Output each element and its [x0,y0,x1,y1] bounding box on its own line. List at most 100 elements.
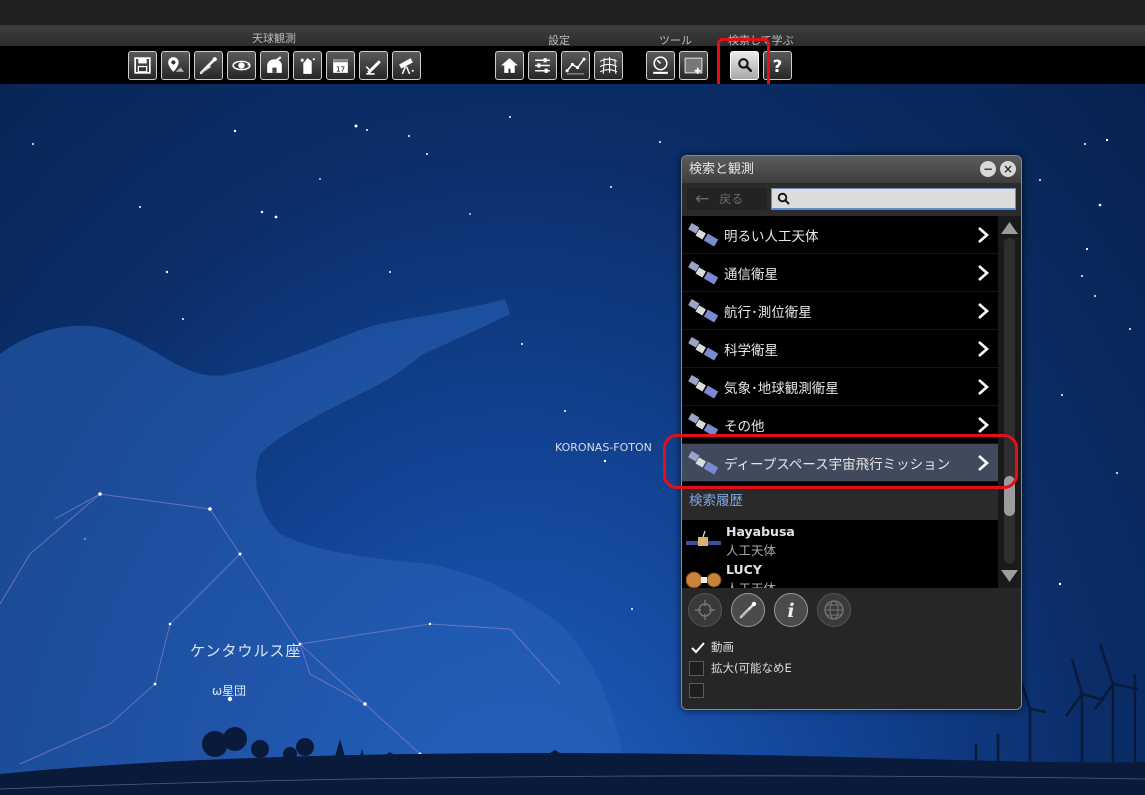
history-name: Hayabusa [726,524,795,539]
svg-text:i: i [787,600,794,622]
back-label: 戻る [719,192,744,206]
grid-button[interactable] [594,51,623,80]
question-icon: ? [773,56,783,76]
chevron-right-icon [978,264,989,281]
category-label: 航行･測位衛星 [724,304,812,321]
history-item[interactable]: Hayabusa 人工天体 [682,522,998,560]
category-label: 通信衛星 [724,266,778,283]
history-header: 検索履歴 [682,486,998,520]
save-button[interactable] [128,51,157,80]
info-button[interactable]: i [774,593,808,627]
category-item[interactable]: 航行･測位衛星 [682,292,998,330]
settings-sliders-button[interactable] [528,51,557,80]
search-icon [777,192,790,205]
panel-options: 動画 拡大(可能なめE [682,630,1021,709]
observatory-icon [267,56,282,73]
category-label: 明るい人工天体 [724,228,819,245]
chevron-right-icon [978,378,989,395]
search-input[interactable] [794,189,1012,209]
option-third[interactable] [689,681,711,699]
pencil-icon [365,60,381,75]
category-item[interactable]: 気象･地球観測衛星 [682,368,998,406]
save-icon [134,57,151,74]
panel-title: 検索と観測 [682,156,1021,183]
hayabusa-icon [686,530,721,546]
close-button[interactable]: × [1000,161,1016,177]
telescope-button[interactable] [392,51,421,80]
minimize-button[interactable]: − [980,161,996,177]
group-label-observation: 天球観測 [252,32,296,45]
list-scrollbar[interactable] [998,216,1021,588]
option-animation[interactable]: 動画 [689,638,734,656]
history-type: 人工天体 [726,578,776,588]
third-checkbox[interactable] [689,682,704,698]
category-label: 気象･地球観測衛星 [724,380,839,397]
home-icon [501,58,518,73]
zoom-checkbox[interactable] [689,660,704,676]
crosshair-icon [695,600,715,620]
scroll-down-icon[interactable] [1000,568,1019,584]
globe-icon [824,600,844,620]
constellation-art-button[interactable] [293,51,322,80]
constellation-label: ケンタウルス座 [190,642,302,660]
clock-icon [653,56,668,74]
chevron-right-icon [978,416,989,433]
globe-button[interactable] [817,593,851,627]
chevron-right-icon [978,340,989,357]
constellation-lines-button[interactable] [561,51,590,80]
main-toolbar: 17 ? [0,46,1145,84]
observatory-button[interactable] [260,51,289,80]
comet-icon [199,57,217,75]
satellite-icon [688,298,718,322]
edit-button[interactable] [359,51,388,80]
option-zoom[interactable]: 拡大(可能なめE [689,659,792,677]
back-arrow-icon: ← [695,189,710,209]
panel-action-bar: i [682,588,1021,630]
orbit-button[interactable] [227,51,256,80]
history-name: LUCY [726,562,762,577]
history-type: 人工天体 [726,543,777,558]
title-strip [0,0,1145,26]
scroll-track[interactable] [1004,238,1015,564]
satellite-icon [688,336,718,360]
animation-checkbox[interactable] [689,640,705,655]
telescope-icon [399,58,414,75]
svg-text:?: ? [773,56,783,76]
search-field[interactable] [771,188,1016,210]
location-button[interactable] [161,51,190,80]
panel-nav-bar: ← 戻る [682,183,1021,216]
category-label: 科学衛星 [724,342,778,359]
lucy-icon [686,571,722,588]
category-item[interactable]: 通信衛星 [682,254,998,292]
calendar-button[interactable]: 17 [326,51,355,80]
category-item[interactable]: 科学衛星 [682,330,998,368]
scroll-up-icon[interactable] [1000,220,1019,236]
location-pin-icon [168,57,184,72]
chevron-right-icon [978,302,989,319]
search-observe-panel: 検索と観測 − × ← 戻る 明るい人工天体 通信衛星 航行･測位衛星 科学衛星… [681,155,1022,710]
history-item[interactable]: LUCY 人工天体 [682,560,998,588]
satellite-tool-button[interactable] [194,51,223,80]
option-label: 動画 [711,640,734,654]
comet-icon [739,601,757,619]
home-button[interactable] [495,51,524,80]
grid-icon [599,57,618,74]
checkmark-icon [691,641,705,653]
clock-tool-button[interactable] [646,51,675,80]
calendar-icon: 17 [333,59,348,73]
satellite-label[interactable]: KORONAS-FOTON [555,441,652,454]
orbit-icon [232,60,251,71]
back-button[interactable]: ← 戻る [687,188,767,210]
track-satellite-button[interactable] [731,593,765,627]
category-item[interactable]: 明るい人工天体 [682,216,998,254]
chevron-right-icon [978,226,989,243]
center-target-button[interactable] [688,593,722,627]
constellation-lines-icon [565,57,586,75]
category-list: 明るい人工天体 通信衛星 航行･測位衛星 科学衛星 気象･地球観測衛星 その他 [682,216,998,588]
deep-space-item-highlight [663,434,1018,489]
add-window-button[interactable] [679,51,708,80]
satellite-icon [688,374,718,398]
info-icon: i [787,600,794,622]
category-label: その他 [724,418,765,435]
satellite-icon [688,222,718,246]
